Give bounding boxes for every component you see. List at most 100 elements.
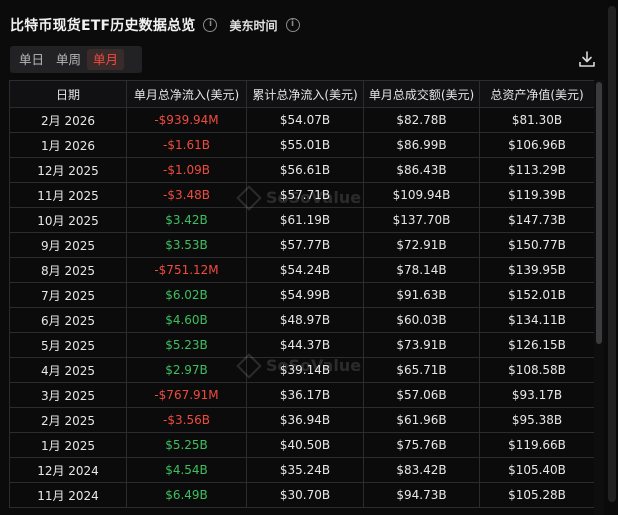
cell-cumulative: $55.01B [246,132,364,158]
table-body: 2月 2026 -$939.94M $54.07B $82.78B $81.30B 1月 … [9,107,594,508]
table-row[interactable]: 1月 2025 $5.25B $40.50B $75.76B $119.66B [9,432,594,458]
cell-net-inflow: $4.54B [126,457,247,483]
watermark: SoSoValue [236,184,362,211]
column-header-net-inflow[interactable]: 单月总净流入(美元) [126,80,247,108]
table-row[interactable]: 12月 2025 -$1.09B $56.61B $86.43B $113.29B [9,157,594,183]
column-header-date[interactable]: 日期 [9,80,127,108]
cell-net-inflow: $5.23B [126,332,247,358]
cell-net-inflow: $5.25B [126,432,247,458]
cell-volume: $61.96B [363,407,480,433]
cell-volume: $137.70B [363,207,480,233]
table-scrollbar-thumb[interactable] [596,82,602,344]
cell-date: 11月 2024 [9,482,127,508]
cell-nav: $108.58B [479,357,594,383]
watermark-logo-icon [236,352,262,379]
watermark-text: SoSoValue [266,356,362,375]
cell-net-inflow: $6.49B [126,482,247,508]
table-header-row: 日期 单月总净流入(美元) 累计总净流入(美元) 单月总成交额(美元) 总资产净… [9,80,594,108]
cell-volume: $109.94B [363,182,480,208]
cell-volume: $86.43B [363,157,480,183]
table-row[interactable]: 3月 2025 -$767.91M $36.17B $57.06B $93.17B [9,382,594,408]
table-row[interactable]: 5月 2025 $5.23B $44.37B $73.91B $126.15B [9,332,594,358]
cell-volume: $72.91B [363,232,480,258]
table-row[interactable]: 2月 2026 -$939.94M $54.07B $82.78B $81.30B [9,107,594,133]
cell-nav: $134.11B [479,307,594,333]
timezone-label: 美东时间 [229,18,278,33]
cell-net-inflow: $4.60B [126,307,247,333]
tab-monthly[interactable]: 单月 [87,49,125,70]
cell-date: 3月 2025 [9,382,127,408]
cell-date: 4月 2025 [9,357,127,383]
cell-cumulative: $36.17B [246,382,364,408]
cell-nav: $95.38B [479,407,594,433]
cell-net-inflow: $2.97B [126,357,247,383]
header: 比特币现货ETF历史数据总览 i 美东时间 i [10,14,300,36]
cell-nav: $93.17B [479,382,594,408]
watermark-text: SoSoValue [266,188,362,207]
cell-volume: $78.14B [363,257,480,283]
cell-net-inflow: -$1.09B [126,157,247,183]
cell-date: 2月 2026 [9,107,127,133]
cell-cumulative: $30.70B [246,482,364,508]
table-row[interactable]: 2月 2025 -$3.56B $36.94B $61.96B $95.38B [9,407,594,433]
cell-date: 9月 2025 [9,232,127,258]
cell-net-inflow: -$751.12M [126,257,247,283]
cell-cumulative: $48.97B [246,307,364,333]
cell-nav: $119.66B [479,432,594,458]
cell-volume: $94.73B [363,482,480,508]
cell-net-inflow: -$939.94M [126,107,247,133]
cell-date: 6月 2025 [9,307,127,333]
cell-net-inflow: $6.02B [126,282,247,308]
cell-nav: $126.15B [479,332,594,358]
cell-volume: $65.71B [363,357,480,383]
cell-net-inflow: -$1.61B [126,132,247,158]
cell-volume: $83.42B [363,457,480,483]
cell-volume: $60.03B [363,307,480,333]
cell-cumulative: $40.50B [246,432,364,458]
cell-net-inflow: $3.53B [126,232,247,258]
etf-history-table: 日期 单月总净流入(美元) 累计总净流入(美元) 单月总成交额(美元) 总资产净… [9,80,594,515]
tab-weekly[interactable]: 单周 [50,49,87,70]
cell-net-inflow: -$3.48B [126,182,247,208]
info-icon[interactable]: i [203,18,218,32]
cell-nav: $150.77B [479,232,594,258]
cell-nav: $139.95B [479,257,594,283]
tab-daily[interactable]: 单日 [13,49,50,70]
cell-nav: $119.39B [479,182,594,208]
cell-net-inflow: $3.42B [126,207,247,233]
cell-date: 12月 2025 [9,157,127,183]
cell-cumulative: $54.07B [246,107,364,133]
cell-volume: $57.06B [363,382,480,408]
cell-cumulative: $54.99B [246,282,364,308]
timezone-info-icon[interactable]: i [285,18,300,32]
cell-net-inflow: -$3.56B [126,407,247,433]
cell-cumulative: $35.24B [246,457,364,483]
table-row[interactable]: 7月 2025 $6.02B $54.99B $91.63B $152.01B [9,282,594,308]
table-row[interactable]: 10月 2025 $3.42B $61.19B $137.70B $147.73B [9,207,594,233]
download-icon[interactable] [578,50,596,68]
period-tabs: 单日 单周 单月 [10,46,142,73]
table-row[interactable]: 9月 2025 $3.53B $57.77B $72.91B $150.77B [9,232,594,258]
cell-volume: $86.99B [363,132,480,158]
page-title: 比特币现货ETF历史数据总览 [10,18,196,34]
cell-cumulative: $57.77B [246,232,364,258]
cell-date: 8月 2025 [9,257,127,283]
cell-nav: $147.73B [479,207,594,233]
cell-date: 7月 2025 [9,282,127,308]
cell-nav: $106.96B [479,132,594,158]
table-row[interactable]: 6月 2025 $4.60B $48.97B $60.03B $134.11B [9,307,594,333]
cell-volume: $75.76B [363,432,480,458]
cell-volume: $73.91B [363,332,480,358]
column-header-cumulative[interactable]: 累计总净流入(美元) [246,80,364,108]
cell-nav: $113.29B [479,157,594,183]
page-scrollbar-thumb[interactable] [608,6,616,502]
cell-date: 10月 2025 [9,207,127,233]
table-row[interactable]: 12月 2024 $4.54B $35.24B $83.42B $105.40B [9,457,594,483]
column-header-volume[interactable]: 单月总成交额(美元) [363,80,480,108]
column-header-nav[interactable]: 总资产净值(美元) [479,80,594,108]
cell-nav: $81.30B [479,107,594,133]
table-row[interactable]: 1月 2026 -$1.61B $55.01B $86.99B $106.96B [9,132,594,158]
table-row[interactable]: 8月 2025 -$751.12M $54.24B $78.14B $139.95B [9,257,594,283]
table-row[interactable]: 11月 2024 $6.49B $30.70B $94.73B $105.28B [9,482,594,508]
cell-cumulative: $56.61B [246,157,364,183]
